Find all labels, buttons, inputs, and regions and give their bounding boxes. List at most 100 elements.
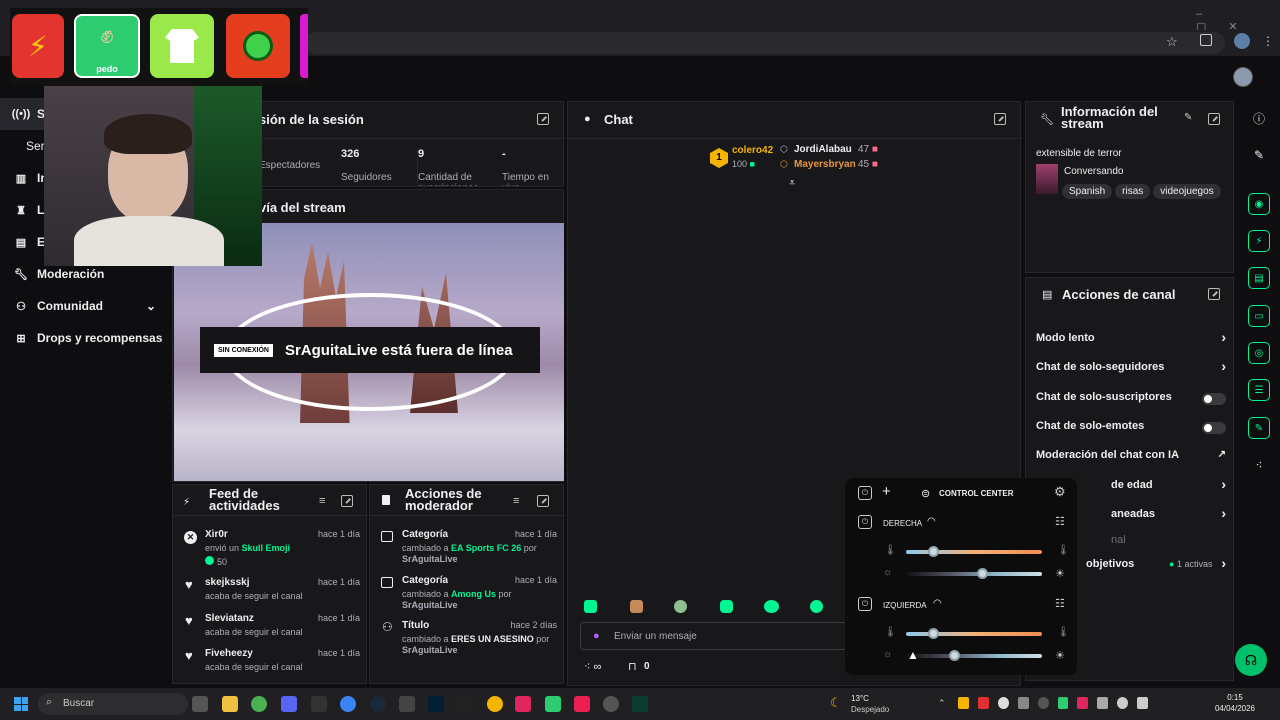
app-icon[interactable] — [603, 696, 619, 712]
settings-dots-icon[interactable]: ⁖ ∞ — [584, 660, 601, 673]
tray-icon[interactable] — [1097, 697, 1109, 709]
camera-icon[interactable]: ◉ — [1248, 193, 1270, 215]
support-icon[interactable]: ☊ — [1235, 644, 1267, 676]
row-slow-mode[interactable]: Modo lento › — [1036, 329, 1226, 345]
left-temp-slider[interactable] — [906, 632, 1042, 636]
info-icon[interactable]: ⓘ — [1244, 103, 1274, 133]
emote-icon[interactable] — [630, 600, 643, 613]
row-emotes-only[interactable]: Chat de solo-emotes — [1036, 420, 1226, 434]
leader-name[interactable]: colero42 — [732, 145, 773, 156]
popout-icon[interactable] — [537, 495, 549, 507]
tray-icon[interactable] — [1017, 697, 1029, 709]
popout-icon[interactable] — [1208, 288, 1220, 300]
sidebar-item-community[interactable]: ⚇ Comunidad ⌄ — [0, 290, 172, 322]
sliders-icon[interactable]: ☷ — [1055, 515, 1065, 528]
coin-app-icon[interactable] — [487, 696, 503, 712]
left-temp-knob[interactable] — [928, 628, 940, 639]
tray-icon[interactable] — [1037, 697, 1049, 709]
app-icon[interactable] — [632, 696, 648, 712]
chat-icon[interactable]: ▭ — [1248, 305, 1270, 327]
edit-icon[interactable]: ✎ — [1184, 112, 1192, 123]
power-icon[interactable]: ⏻ — [858, 486, 872, 500]
tray-icon[interactable] — [1137, 697, 1149, 709]
popout-icon[interactable] — [1208, 113, 1220, 125]
right-brightness-knob[interactable] — [977, 568, 989, 579]
emote-icon[interactable] — [764, 600, 779, 613]
tray-icon[interactable] — [1117, 697, 1129, 709]
leader-name[interactable]: Mayersbryan — [794, 159, 856, 170]
tag[interactable]: videojuegos — [1153, 184, 1221, 199]
browser-menu-icon[interactable]: ⋮ — [1262, 34, 1274, 48]
user-avatar[interactable] — [1233, 67, 1253, 87]
chat-input[interactable]: ● Enviar un mensaje — [580, 622, 850, 650]
category-name[interactable]: Conversando — [1064, 166, 1123, 177]
row-ai-moderation[interactable]: Moderación del chat con IA ↗ — [1036, 449, 1226, 461]
category-thumbnail[interactable] — [1036, 164, 1058, 194]
gear-icon[interactable]: ⚙︎ — [1054, 484, 1066, 500]
power-icon[interactable]: ⏻ — [858, 515, 872, 529]
row-subs-only[interactable]: Chat de solo-suscriptores — [1036, 391, 1226, 405]
row-age[interactable]: de edad › — [1111, 476, 1226, 492]
obs-icon[interactable] — [399, 696, 415, 712]
epic-games-icon[interactable] — [311, 696, 327, 712]
popout-icon[interactable] — [341, 495, 353, 507]
microphone-icon[interactable]: ● — [593, 630, 600, 642]
left-brightness-slider[interactable] — [906, 654, 1042, 658]
add-icon[interactable]: + — [882, 483, 891, 500]
tray-icon[interactable] — [997, 697, 1009, 709]
tray-icon[interactable] — [1077, 697, 1089, 709]
taskbar-search[interactable]: ⌕ Buscar — [38, 693, 188, 715]
row-followers-only[interactable]: Chat de solo-seguidores › — [1036, 358, 1226, 374]
sliders-icon[interactable]: ☷ — [1055, 597, 1065, 610]
tray-icon[interactable] — [977, 697, 989, 709]
emote-icon[interactable] — [810, 600, 823, 613]
address-bar[interactable] — [305, 32, 1225, 54]
emote-icon[interactable] — [674, 600, 687, 613]
taskbar-clock[interactable]: 0:15 04/04/2026 — [1210, 693, 1260, 713]
left-brightness-knob[interactable] — [948, 650, 960, 661]
right-brightness-slider[interactable] — [906, 572, 1042, 576]
chrome-icon[interactable] — [251, 696, 267, 712]
tray-icon[interactable] — [958, 697, 969, 709]
leader-name[interactable]: JordiAlabau — [794, 144, 852, 155]
photoshop-icon[interactable] — [428, 696, 444, 712]
discord-icon[interactable] — [281, 696, 297, 712]
expand-icon[interactable]: ⩡ — [789, 177, 795, 190]
green-app-icon[interactable] — [545, 696, 561, 712]
popout-icon[interactable] — [994, 113, 1006, 125]
emote-icon[interactable] — [720, 600, 733, 613]
tiktok-icon[interactable] — [574, 696, 590, 712]
bookmark-star-icon[interactable]: ☆ — [1166, 34, 1178, 50]
wrench-icon[interactable]: ✎ — [1248, 417, 1270, 439]
power-icon[interactable]: ⏻ — [858, 597, 872, 611]
extensions-icon[interactable] — [1200, 34, 1212, 46]
filter-icon[interactable]: ≡ — [513, 495, 519, 507]
steam-icon[interactable] — [370, 696, 386, 712]
more-dots-icon[interactable]: ⁖ — [1244, 450, 1274, 480]
row-goals[interactable]: objetivos ● 1 activas › — [1086, 555, 1226, 571]
file-explorer-icon[interactable] — [222, 696, 238, 712]
app-icon[interactable] — [340, 696, 356, 712]
emote-icon[interactable] — [584, 600, 597, 613]
actions-icon[interactable]: ☰ — [1248, 379, 1270, 401]
subs-only-toggle[interactable] — [1202, 393, 1226, 405]
edit-icon[interactable]: ✎ — [1244, 140, 1274, 170]
tag[interactable]: Spanish — [1062, 184, 1113, 199]
lightning-icon[interactable]: ⚡︎ — [1248, 230, 1270, 252]
right-temp-slider[interactable] — [906, 550, 1042, 554]
capcut-icon[interactable] — [457, 696, 473, 712]
emotes-only-toggle[interactable] — [1202, 422, 1226, 434]
sidebar-item-drops[interactable]: ⊞ Drops y recompensas — [0, 322, 172, 354]
task-view-icon[interactable] — [192, 696, 208, 712]
tag[interactable]: risas — [1115, 184, 1151, 199]
profile-avatar[interactable] — [1234, 33, 1250, 49]
row-planned[interactable]: aneadas › — [1111, 505, 1226, 521]
popout-icon[interactable] — [537, 113, 549, 125]
broadcast-icon[interactable]: ◎ — [1248, 342, 1270, 364]
document-icon[interactable]: ▤ — [1248, 267, 1270, 289]
tray-icon[interactable] — [1057, 697, 1069, 709]
right-temp-knob[interactable] — [928, 546, 940, 557]
windows-start-icon[interactable] — [14, 697, 28, 711]
store-icon[interactable]: ⊓ — [628, 660, 637, 673]
text-app-icon[interactable] — [515, 696, 531, 712]
